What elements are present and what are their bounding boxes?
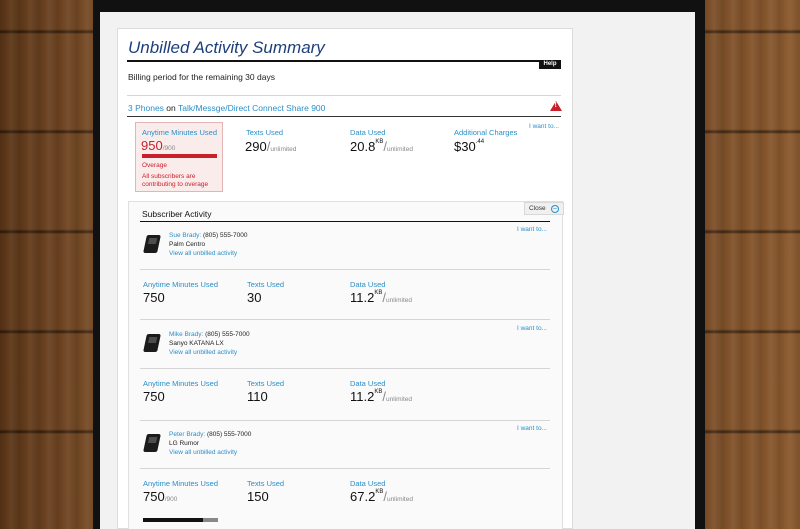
plan-divider (127, 116, 561, 117)
texts-label: Texts Used (247, 280, 285, 289)
subscriber-name: Mike Brady: (805) 555-7000 (169, 331, 250, 338)
plan-line: 3 Phones on Talk/Messge/Direct Connect S… (128, 103, 325, 113)
divider (140, 420, 550, 421)
data-label: Data Used (350, 280, 386, 289)
view-unbilled-link[interactable]: View all unbilled activity (169, 449, 237, 456)
subscriber-activity-section: Subscriber Activity Close – Sue Brady: (… (128, 201, 564, 529)
view-unbilled-link[interactable]: View all unbilled activity (169, 349, 237, 356)
divider (140, 468, 550, 469)
billing-period-text: Billing period for the remaining 30 days (128, 72, 275, 82)
subscriber-name-link[interactable]: Peter Brady: (169, 431, 205, 438)
close-button[interactable]: Close – (524, 202, 564, 215)
data-value: 11.2KB/unlimited (350, 290, 412, 305)
minutes-value: 950/900 (141, 138, 176, 153)
minutes-label: Anytime Minutes Used (143, 479, 219, 488)
phone-device-icon (143, 434, 161, 452)
minutes-usage-bar (142, 154, 217, 158)
phone-device-icon (143, 235, 161, 253)
phones-link[interactable]: 3 Phones (128, 103, 164, 113)
divider (140, 319, 550, 320)
data-value: 20.8KB/unlimited (350, 139, 413, 154)
plan-link[interactable]: Talk/Messge/Direct Connect Share 900 (178, 103, 325, 113)
subscriber-name-link[interactable]: Sue Brady: (169, 232, 201, 239)
data-label: Data Used (350, 128, 386, 137)
data-value: 67.2KB/unlimited (350, 489, 413, 504)
divider (140, 368, 550, 369)
overage-note: All subscribers are contributing to over… (142, 173, 209, 188)
help-button[interactable]: Help (539, 60, 561, 69)
subscriber-name: Sue Brady: (805) 555-7000 (169, 232, 248, 239)
minutes-label: Anytime Minutes Used (143, 280, 219, 289)
minutes-value: 750 (143, 290, 165, 305)
plan-on-text: on (166, 103, 176, 113)
subscriber-activity-divider (140, 221, 550, 222)
i-want-to-link[interactable]: I want to... (517, 425, 547, 432)
overage-status: Overage (142, 162, 167, 169)
texts-label: Texts Used (246, 128, 284, 137)
i-want-to-link[interactable]: I want to... (517, 325, 547, 332)
subscriber-name: Peter Brady: (805) 555-7000 (169, 431, 252, 438)
view-unbilled-link[interactable]: View all unbilled activity (169, 250, 237, 257)
minutes-value: 750/900 (143, 489, 178, 504)
i-want-to-link[interactable]: I want to... (529, 123, 559, 130)
subscriber-activity-title: Subscriber Activity (142, 209, 212, 219)
texts-label: Texts Used (247, 479, 285, 488)
divider (140, 269, 550, 270)
data-label: Data Used (350, 479, 386, 488)
warning-triangle-icon[interactable]: ! (550, 101, 562, 111)
collapse-icon: – (551, 205, 559, 213)
texts-label: Texts Used (247, 379, 285, 388)
texts-value: 30 (247, 290, 262, 305)
phone-device-icon (143, 334, 161, 352)
minutes-overage-box: Anytime Minutes Used 950/900 Overage All… (135, 122, 223, 192)
charges-value: $30.44 (454, 139, 485, 154)
unbilled-activity-panel: Unbilled Activity Summary Help Billing p… (117, 28, 573, 529)
texts-value: 110 (247, 389, 268, 404)
subscriber-device: Palm Centro (169, 241, 206, 248)
i-want-to-link[interactable]: I want to... (517, 226, 547, 233)
minutes-usage-bar (143, 518, 218, 522)
data-value: 11.2KB/unlimited (350, 389, 412, 404)
title-divider (127, 60, 561, 62)
data-label: Data Used (350, 379, 386, 388)
minutes-label: Anytime Minutes Used (143, 379, 219, 388)
subscriber-device: Sanyo KATANA LX (169, 340, 224, 347)
minutes-label: Anytime Minutes Used (142, 128, 218, 137)
minutes-value: 750 (143, 389, 165, 404)
texts-value: 290/unlimited (245, 139, 297, 154)
divider (127, 95, 561, 96)
texts-value: 150 (247, 489, 269, 504)
subscriber-device: LG Rumor (169, 440, 199, 447)
charges-label: Additional Charges (454, 128, 518, 137)
subscriber-name-link[interactable]: Mike Brady: (169, 331, 203, 338)
page-title: Unbilled Activity Summary (128, 38, 325, 57)
